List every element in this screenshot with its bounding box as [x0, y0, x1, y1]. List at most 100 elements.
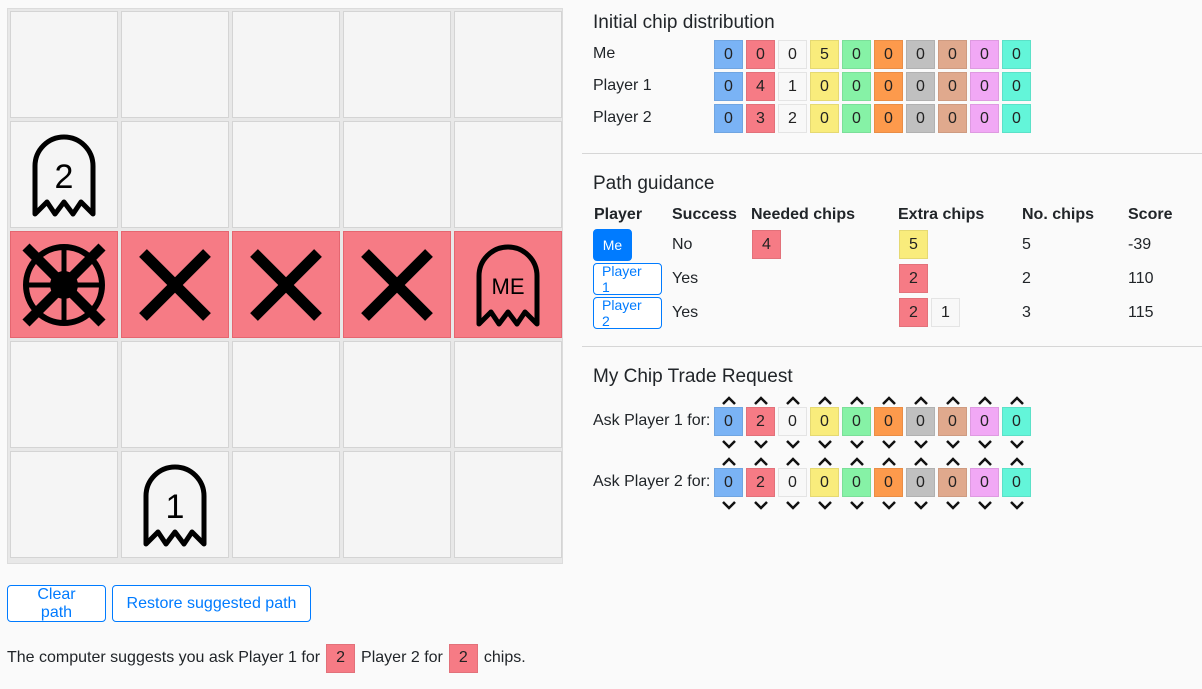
- decrement-button[interactable]: [970, 438, 999, 450]
- board-cell[interactable]: [343, 231, 451, 338]
- board-cell[interactable]: [10, 341, 118, 448]
- increment-button[interactable]: [874, 456, 903, 468]
- decrement-button[interactable]: [842, 499, 871, 511]
- needed-chips: 4: [752, 230, 781, 259]
- board-cell[interactable]: [343, 341, 451, 448]
- board-cell[interactable]: [343, 121, 451, 228]
- chevron-up-icon: [913, 396, 928, 405]
- decrement-button[interactable]: [810, 499, 839, 511]
- decrement-button[interactable]: [810, 438, 839, 450]
- player-button[interactable]: Player 2: [593, 297, 662, 329]
- chevron-up-icon: [881, 457, 896, 466]
- board-cell[interactable]: [454, 341, 562, 448]
- decrement-button[interactable]: [1002, 499, 1031, 511]
- increment-button[interactable]: [938, 395, 967, 407]
- extra-chips: 2: [899, 264, 928, 293]
- increment-button[interactable]: [874, 395, 903, 407]
- increment-button[interactable]: [746, 456, 775, 468]
- chevron-down-icon: [721, 501, 736, 510]
- increment-button[interactable]: [906, 395, 935, 407]
- clear-path-button[interactable]: Clear path: [7, 585, 106, 622]
- decrement-button[interactable]: [714, 499, 743, 511]
- white-chip: 0: [778, 40, 807, 69]
- increment-button[interactable]: [970, 395, 999, 407]
- board-cell[interactable]: [10, 231, 118, 338]
- decrement-button[interactable]: [906, 499, 935, 511]
- increment-button[interactable]: [1002, 395, 1031, 407]
- chevron-up-icon: [945, 396, 960, 405]
- header-player: Player: [594, 206, 643, 223]
- board-cell[interactable]: [121, 121, 229, 228]
- decrement-button[interactable]: [906, 438, 935, 450]
- increment-button[interactable]: [778, 395, 807, 407]
- decrement-button[interactable]: [938, 438, 967, 450]
- board-cell[interactable]: [121, 11, 229, 118]
- increment-button[interactable]: [810, 456, 839, 468]
- board-cell[interactable]: [454, 121, 562, 228]
- decrement-button[interactable]: [938, 499, 967, 511]
- increment-button[interactable]: [842, 456, 871, 468]
- board-cell[interactable]: [232, 121, 340, 228]
- increment-button[interactable]: [746, 395, 775, 407]
- decrement-button[interactable]: [874, 438, 903, 450]
- board-cell[interactable]: [121, 231, 229, 338]
- teal-chip: 0: [1002, 104, 1031, 133]
- decrement-button[interactable]: [746, 499, 775, 511]
- board-cell[interactable]: [232, 11, 340, 118]
- game-board: 2 ME 1: [7, 8, 563, 564]
- player-button[interactable]: Player 1: [593, 263, 662, 295]
- pink-chip: 0: [970, 407, 999, 436]
- decrement-button[interactable]: [970, 499, 999, 511]
- board-cell[interactable]: [454, 11, 562, 118]
- suggestion-middle: Player 2 for: [361, 649, 443, 666]
- increment-button[interactable]: [938, 456, 967, 468]
- chevron-down-icon: [977, 501, 992, 510]
- yellow-chip: 5: [899, 230, 928, 259]
- board-cell[interactable]: ME: [454, 231, 562, 338]
- yellow-chip: 0: [810, 468, 839, 497]
- board-cell[interactable]: [454, 451, 562, 558]
- chevron-up-icon: [977, 396, 992, 405]
- initial-chip-row: 0005000000: [714, 40, 1031, 69]
- board-cell[interactable]: 1: [121, 451, 229, 558]
- chevron-down-icon: [977, 440, 992, 449]
- board-cell[interactable]: [232, 451, 340, 558]
- decrement-button[interactable]: [778, 438, 807, 450]
- decrement-button[interactable]: [714, 438, 743, 450]
- decrease-arrows: [714, 499, 1031, 511]
- board-cell[interactable]: 2: [10, 121, 118, 228]
- board-cell[interactable]: [10, 451, 118, 558]
- increment-button[interactable]: [714, 395, 743, 407]
- board-cell[interactable]: [232, 231, 340, 338]
- increment-button[interactable]: [714, 456, 743, 468]
- gray-chip: 0: [906, 468, 935, 497]
- decrement-button[interactable]: [778, 499, 807, 511]
- board-cell[interactable]: [232, 341, 340, 448]
- header-needed-chips: Needed chips: [751, 206, 856, 223]
- increment-button[interactable]: [842, 395, 871, 407]
- pink-chip: 0: [970, 40, 999, 69]
- chevron-down-icon: [849, 440, 864, 449]
- chevron-up-icon: [753, 457, 768, 466]
- increment-button[interactable]: [778, 456, 807, 468]
- chevron-down-icon: [849, 501, 864, 510]
- decrement-button[interactable]: [874, 499, 903, 511]
- board-cell[interactable]: [343, 11, 451, 118]
- board-cell[interactable]: [10, 11, 118, 118]
- chevron-up-icon: [817, 457, 832, 466]
- board-cell[interactable]: [121, 341, 229, 448]
- chevron-down-icon: [753, 501, 768, 510]
- decrement-button[interactable]: [842, 438, 871, 450]
- increment-button[interactable]: [906, 456, 935, 468]
- chevron-down-icon: [1009, 440, 1024, 449]
- increment-button[interactable]: [970, 456, 999, 468]
- red-chip: 2: [899, 264, 928, 293]
- restore-suggested-path-button[interactable]: Restore suggested path: [112, 585, 311, 622]
- yellow-chip: 0: [810, 407, 839, 436]
- decrement-button[interactable]: [746, 438, 775, 450]
- decrement-button[interactable]: [1002, 438, 1031, 450]
- player-button[interactable]: Me: [593, 229, 632, 261]
- increment-button[interactable]: [1002, 456, 1031, 468]
- increment-button[interactable]: [810, 395, 839, 407]
- board-cell[interactable]: [343, 451, 451, 558]
